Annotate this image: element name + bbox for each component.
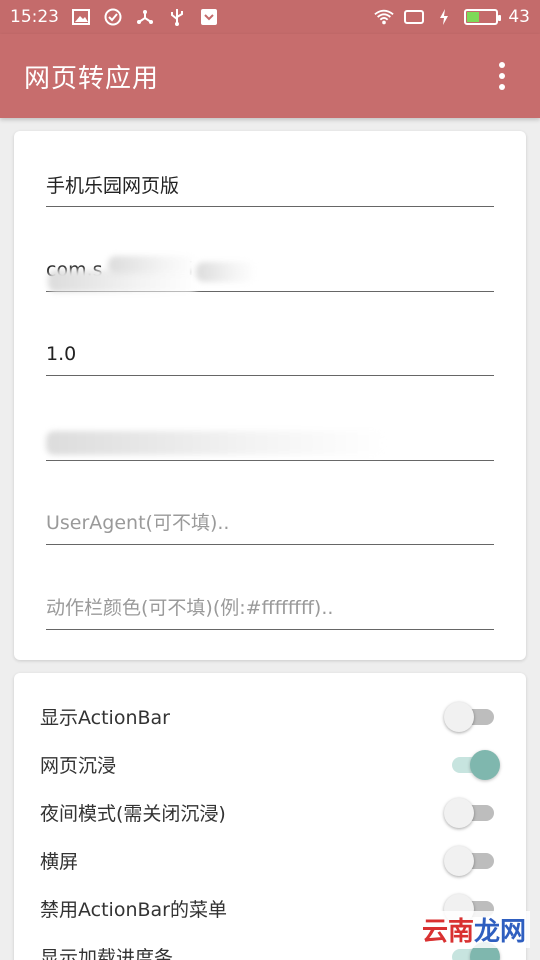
- url-field: [46, 417, 494, 461]
- watermark-part1: 云南: [421, 917, 474, 947]
- toggle-row-night-mode[interactable]: 夜间模式(需关闭沉浸): [40, 792, 500, 832]
- switch-thumb: [444, 846, 474, 876]
- night-mode-switch[interactable]: [444, 797, 500, 828]
- status-bar: 15:23 43: [0, 0, 540, 34]
- version-field: [46, 332, 494, 376]
- app-bar: 网页转应用: [0, 34, 540, 118]
- watermark-logo: 云南龙网: [417, 911, 530, 948]
- user-agent-input[interactable]: [46, 511, 494, 534]
- toggle-label: 夜间模式(需关闭沉浸): [40, 802, 226, 825]
- watermark-part2: 龙网: [473, 917, 526, 947]
- battery-level: 43: [508, 7, 530, 27]
- version-input[interactable]: [46, 342, 494, 365]
- charging-icon: [434, 7, 454, 27]
- battery-icon: [464, 9, 502, 25]
- input-card: i: [14, 131, 526, 660]
- screen-icon: [404, 7, 425, 27]
- download-icon: [199, 7, 219, 27]
- app-name-input[interactable]: [46, 173, 494, 196]
- actionbar-color-input[interactable]: [46, 596, 494, 619]
- dot: [499, 73, 505, 79]
- immersive-switch[interactable]: [444, 749, 500, 780]
- more-vert-icon[interactable]: [488, 56, 516, 96]
- switch-thumb: [470, 750, 500, 780]
- toggle-row-show-actionbar[interactable]: 显示ActionBar: [40, 696, 500, 736]
- image-icon: [71, 7, 91, 27]
- wifi-icon: [374, 7, 395, 27]
- toggle-label: 横屏: [40, 850, 79, 873]
- toggle-label: 显示ActionBar: [40, 706, 170, 729]
- toggle-row-landscape[interactable]: 横屏: [40, 840, 500, 880]
- status-left: 15:23: [10, 7, 219, 27]
- usb-icon: [167, 7, 187, 27]
- dot: [499, 62, 505, 68]
- status-time: 15:23: [10, 7, 59, 27]
- switch-thumb: [444, 798, 474, 828]
- show-actionbar-switch[interactable]: [444, 701, 500, 732]
- switch-thumb: [444, 702, 474, 732]
- battery-fill: [467, 12, 480, 22]
- toggle-label: 网页沉浸: [40, 754, 117, 777]
- app-name-field: [46, 163, 494, 207]
- blur-mask: [196, 262, 256, 282]
- landscape-switch[interactable]: [444, 845, 500, 876]
- toggle-label: 禁用ActionBar的菜单: [40, 898, 227, 921]
- status-right: 43: [374, 7, 530, 27]
- app-title: 网页转应用: [24, 63, 160, 94]
- blur-mask: [46, 431, 386, 455]
- actionbar-color-field: [46, 586, 494, 630]
- toggle-row-immersive[interactable]: 网页沉浸: [40, 744, 500, 784]
- user-agent-field: [46, 501, 494, 545]
- toggle-label: 显示加载进度条: [40, 946, 174, 960]
- package-field: i: [46, 248, 494, 292]
- dot: [499, 84, 505, 90]
- check-circle-icon: [103, 7, 123, 27]
- share-icon: [135, 7, 155, 27]
- blur-mask: [108, 256, 198, 274]
